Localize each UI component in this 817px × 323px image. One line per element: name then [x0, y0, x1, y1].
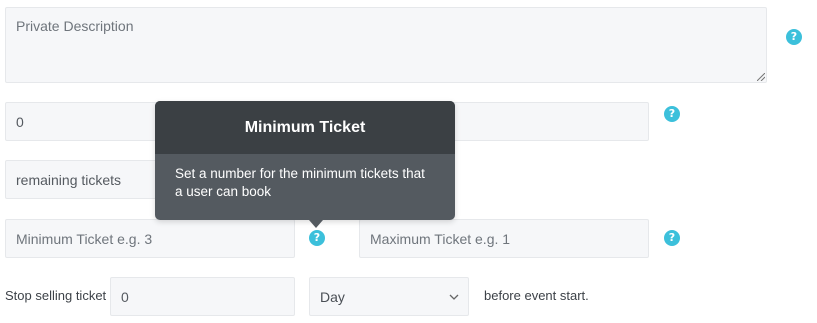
- tooltip-body: Set a number for the minimum tickets tha…: [175, 166, 425, 199]
- minimum-ticket-tooltip: Minimum Ticket Set a number for the mini…: [155, 101, 455, 228]
- maximum-ticket-input[interactable]: [359, 219, 649, 258]
- stop-selling-unit-select[interactable]: Day: [309, 277, 469, 316]
- tooltip-arrow: [309, 220, 323, 228]
- maximum-ticket-help-icon[interactable]: ?: [664, 230, 680, 246]
- row2-help-icon[interactable]: ?: [664, 106, 680, 122]
- chevron-down-icon: [449, 294, 459, 300]
- stop-selling-suffix: before event start.: [484, 288, 589, 303]
- minimum-ticket-help-icon[interactable]: ?: [309, 230, 325, 246]
- private-description-textarea[interactable]: [5, 7, 767, 83]
- tooltip-title: Minimum Ticket: [155, 101, 455, 154]
- event-ticket-form: ? ? ? ? Stop selling ticket Day before e…: [0, 0, 817, 323]
- minimum-ticket-input[interactable]: [5, 219, 295, 258]
- stop-selling-label: Stop selling ticket: [5, 288, 107, 303]
- stop-selling-unit-value: Day: [320, 289, 345, 305]
- private-description-help-icon[interactable]: ?: [786, 29, 802, 45]
- stop-selling-amount-input[interactable]: [110, 277, 295, 316]
